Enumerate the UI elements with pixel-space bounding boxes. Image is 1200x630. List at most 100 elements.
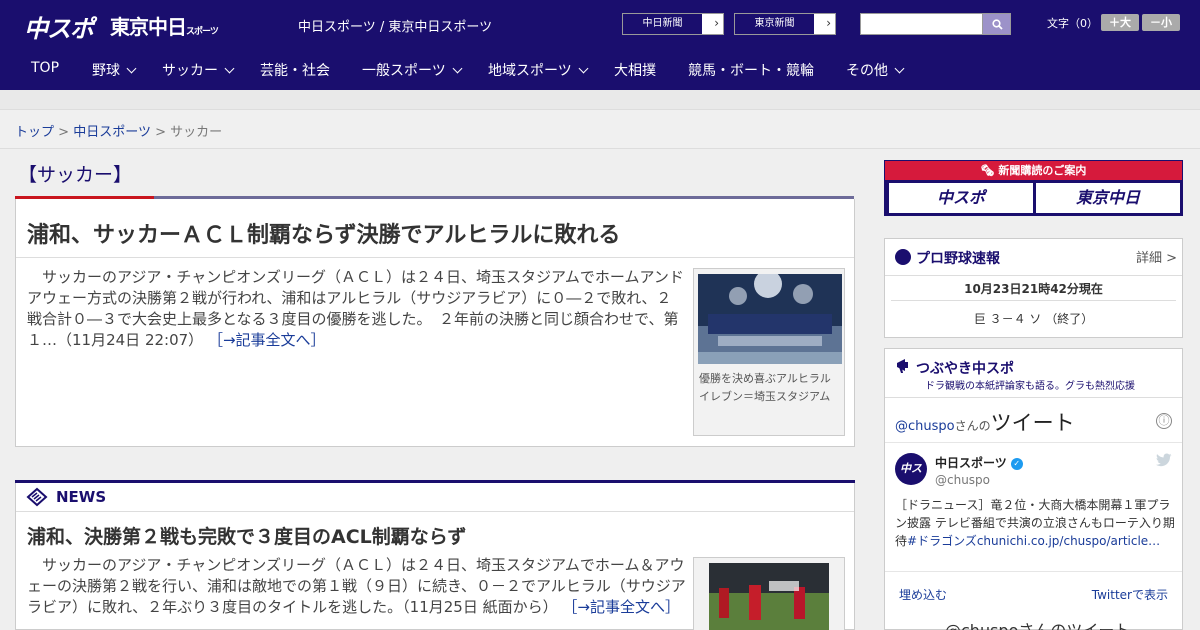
breadcrumb: トップ > 中日スポーツ > サッカー [0,110,1200,149]
players-photo-icon [709,563,829,630]
subscription-title[interactable]: 🗞 新聞購読のご案内 [885,161,1182,180]
tokyo-shimbun-label: 東京新聞 [735,14,815,34]
top-article-card: 浦和、サッカーＡＣＬ制覇ならず決勝でアルヒラルに敗れる サッカーのアジア・チャン… [15,199,855,447]
tweets-handle-suffix: さんの [954,419,991,433]
chevron-right-icon: › [714,16,719,30]
tweets-heading: ツイート [990,411,1075,435]
top-article-image[interactable] [698,274,842,364]
top-article-text: サッカーのアジア・チャンピオンズリーグ（ＡＣＬ）は２４日、埼玉スタジアムでホーム… [27,268,684,349]
celebration-photo-icon [698,274,842,364]
nav-item-local-sports[interactable]: 地域スポーツ [488,60,589,80]
nav-item-general-sports[interactable]: 一般スポーツ [362,60,463,80]
news-photo[interactable] [693,557,845,630]
nav-label: 野球 [92,63,120,79]
top-article-photo-caption: 優勝を決め喜ぶアルヒラルイレブン＝埼玉スタジアム [699,372,831,403]
chevron-down-icon [578,63,589,74]
nav-label: 一般スポーツ [362,63,446,79]
nav-label: 地域スポーツ [488,63,572,79]
search-button[interactable] [982,13,1011,35]
nav-label: 競馬・ボート・競輪 [688,63,814,79]
chevron-down-icon [452,63,463,74]
chevron-down-icon [126,63,137,74]
baseball-updated-time: 10月23日21時42分現在 [964,282,1103,296]
nav-label: 芸能・社会 [260,63,330,79]
divider [885,397,1182,398]
tokyo-shimbun-link[interactable]: 東京新聞 › [734,13,836,35]
chunichi-shimbun-link[interactable]: 中日新聞 › [622,13,724,35]
divider [885,442,1182,443]
divider [16,257,854,258]
breadcrumb-item-chunichi-sports[interactable]: 中日スポーツ [73,125,151,140]
twitter-widget: つぶやき中スポ ドラ観戦の本紙評論家も語る。グラも熱烈応援 @chuspoさんの… [884,348,1183,630]
tokyo-chunichi-logo-sub: スポーツ [186,27,219,37]
tweet-link[interactable]: #ドラゴンズchunichi.co.jp/chuspo/article… [907,534,1160,548]
top-article-photo[interactable]: 優勝を決め喜ぶアルヒラルイレブン＝埼玉スタジアム [693,268,845,436]
site-title[interactable]: 中日スポーツ / 東京中日スポーツ [298,16,492,35]
megaphone-icon [897,359,908,373]
embed-link[interactable]: 埋め込む [899,586,947,603]
divider [885,571,1182,572]
news-header: NEWS [16,483,854,512]
tweets-handle-link[interactable]: @chuspo [895,419,955,434]
chunichi-shimbun-label: 中日新聞 [623,14,703,34]
nav-item-other[interactable]: その他 [846,60,905,80]
tweets-footer-link[interactable]: @chuspoさんのツイート [945,617,1130,630]
nav-item-entertainment[interactable]: 芸能・社会 [260,60,330,80]
font-larger-button[interactable]: ＋大 [1101,14,1139,31]
top-article-read-more-link[interactable]: ［→記事全文へ］ [208,331,326,349]
subscribe-chuspo-button[interactable]: 中スポ [889,183,1033,213]
tweets-header: @chuspoさんのツイート [895,407,1075,437]
nav-spacer [0,90,1200,110]
subscription-title-text: 新聞購読のご案内 [998,164,1087,177]
baseball-scores-widget: プロ野球速報 詳細 > 10月23日21時42分現在 巨 ３－４ ソ （終了） [884,238,1183,338]
baseball-widget-title: プロ野球速報 [916,251,1000,267]
chuspo-logo[interactable]: 中スポ [24,9,94,44]
avatar[interactable]: 中スポ [895,453,927,507]
breadcrumb-item-top[interactable]: トップ [15,125,54,140]
baseball-details-link[interactable]: 詳細 > [1136,247,1177,266]
nav-item-racing[interactable]: 競馬・ボート・競輪 [688,60,814,80]
tweet-author-name[interactable]: 中日スポーツ ✓ [935,454,1023,471]
nav-item-baseball[interactable]: 野球 [92,60,137,80]
nav-label: その他 [846,63,888,79]
nav-item-soccer[interactable]: サッカー [162,60,235,80]
search-icon [992,19,1003,30]
news-body: サッカーのアジア・チャンピオンズリーグ（ＡＣＬ）は２４日、埼玉スタジアムでホーム… [27,555,687,618]
tokyo-chunichi-logo[interactable]: 東京中日スポーツ [110,11,219,40]
newspaper-icon: 🗞 [980,164,999,177]
search-input[interactable] [860,13,983,35]
main-nav: TOP 野球 サッカー 芸能・社会 一般スポーツ 地域スポーツ 大相撲 競馬・ボ… [0,48,1200,90]
top-header: 中スポ 東京中日スポーツ 中日スポーツ / 東京中日スポーツ 中日新聞 › 東京… [0,0,1200,48]
divider [885,275,1182,276]
news-image[interactable] [709,563,829,630]
news-icon [26,487,48,507]
view-on-twitter-link[interactable]: Twitterで表示 [1092,586,1168,603]
subscribe-tokyo-chunichi-button[interactable]: 東京中日 [1036,183,1180,213]
font-smaller-button[interactable]: －小 [1142,14,1180,31]
breadcrumb-separator: > [155,125,166,140]
chevron-right-icon: › [826,16,831,30]
tweet-author-handle[interactable]: @chuspo [935,473,990,487]
info-icon[interactable]: ⓘ [1156,413,1172,429]
twitter-bird-icon[interactable] [1156,453,1172,467]
news-headline[interactable]: 浦和、決勝第２戦も完敗で３度目のACL制覇ならず [27,522,466,549]
verified-badge-icon: ✓ [1010,457,1023,470]
baseball-icon [895,249,911,265]
nav-label: TOP [31,60,60,76]
nav-label: 大相撲 [614,63,656,79]
font-size-label: 文字（0） [1047,17,1098,30]
tokyo-chunichi-logo-text: 東京中日 [110,15,187,39]
subscription-box: 🗞 新聞購読のご案内 中スポ 東京中日 [884,160,1183,216]
news-label: NEWS [56,488,107,506]
nav-item-sumo[interactable]: 大相撲 [614,60,656,80]
news-read-more-link[interactable]: ［→記事全文へ］ [562,598,680,616]
page-title: 【サッカー】 [18,164,133,186]
tweet-text: ［ドラニュース］竜２位・大商大橋本開幕１軍プラン披露 テレビ番組で共演の立浪さん… [895,496,1175,550]
twitter-widget-subtitle: ドラ観戦の本紙評論家も語る。グラも熱烈応援 [925,381,1135,392]
breadcrumb-item-current: サッカー [170,125,223,140]
tweet-author-name-text: 中日スポーツ [935,456,1007,470]
baseball-score[interactable]: 巨 ３－４ ソ （終了） [885,310,1182,327]
nav-item-top[interactable]: TOP [31,60,59,76]
top-article-headline[interactable]: 浦和、サッカーＡＣＬ制覇ならず決勝でアルヒラルに敗れる [27,217,620,249]
chevron-down-icon [224,63,235,74]
